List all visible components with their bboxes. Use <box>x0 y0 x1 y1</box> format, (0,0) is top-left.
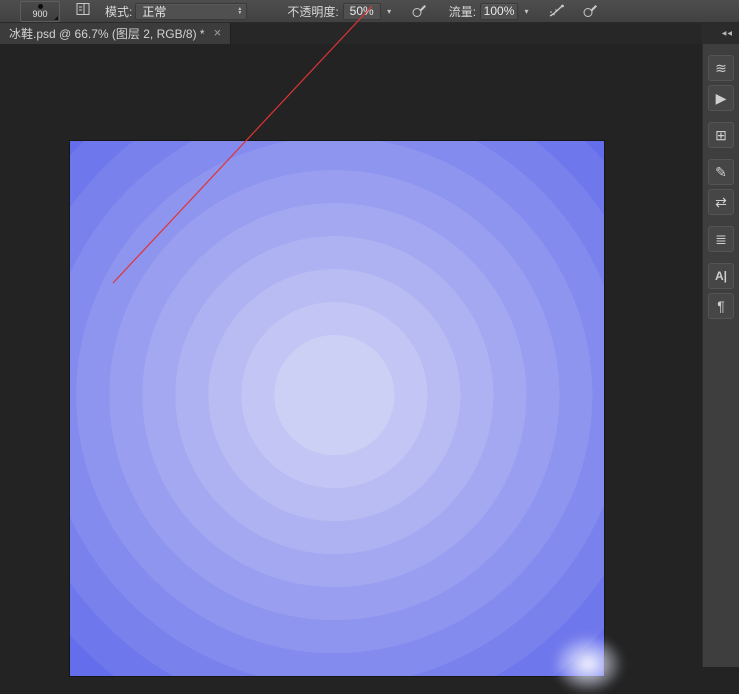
document-canvas[interactable] <box>70 141 604 676</box>
opacity-field[interactable]: 50% <box>342 2 381 20</box>
options-bar: 900 模式: 正常 ▲ ▼ 不透明度: 50% ▾ 流量: 100% ▾ <box>0 0 739 23</box>
chevron-down-icon: ▾ <box>387 6 392 16</box>
paragraph-panel-icon[interactable]: ¶ <box>708 293 734 319</box>
brush-preset-picker[interactable]: 900 <box>20 0 60 22</box>
opacity-dropdown-arrow[interactable]: ▾ <box>382 3 397 20</box>
collapse-panels-button[interactable]: ◀◀ <box>703 22 739 44</box>
stepper-icon: ▲ ▼ <box>237 6 243 16</box>
toggle-brush-panel-button[interactable] <box>74 1 92 22</box>
opacity-value: 50% <box>349 4 374 18</box>
collapse-arrows-icon: ◀◀ <box>721 30 733 37</box>
brush-panel-icon <box>75 1 91 22</box>
chevron-down-icon: ▾ <box>524 6 529 16</box>
mode-dropdown[interactable]: 正常 ▲ ▼ <box>135 2 248 20</box>
close-tab-icon[interactable]: × <box>214 26 222 39</box>
document-tab-title: 冰鞋.psd @ 66.7% (图层 2, RGB/8) * <box>9 26 205 41</box>
opacity-label: 不透明度: <box>287 4 339 19</box>
flow-pressure-button[interactable] <box>578 2 600 20</box>
flow-field[interactable]: 100% <box>480 2 519 20</box>
document-tab[interactable]: 冰鞋.psd @ 66.7% (图层 2, RGB/8) * × <box>0 22 232 44</box>
tool-presets-panel-icon[interactable]: ✎ <box>708 159 734 185</box>
right-dock: ◀◀ ≋ ▶ ⊞ ✎ ⇄ ≣ A| ¶ <box>702 22 739 667</box>
flow-label: 流量: <box>448 4 477 19</box>
pen-pressure-icon <box>581 3 598 19</box>
actions-panel-icon[interactable]: ▶ <box>708 85 734 111</box>
history-panel-icon[interactable]: ⇄ <box>708 189 734 215</box>
flow-dropdown-arrow[interactable]: ▾ <box>519 3 534 20</box>
canvas-area <box>0 44 703 694</box>
adjustments-panel-icon[interactable]: ⊞ <box>708 122 734 148</box>
airbrush-icon <box>547 3 566 19</box>
tab-bar: 冰鞋.psd @ 66.7% (图层 2, RGB/8) * × <box>0 22 739 44</box>
opacity-pressure-button[interactable] <box>408 2 430 20</box>
brush-presets-panel-icon[interactable]: ≋ <box>708 55 734 81</box>
pen-pressure-icon <box>410 3 427 19</box>
clone-source-panel-icon[interactable]: ≣ <box>708 226 734 252</box>
flyout-corner-icon <box>54 15 58 20</box>
airbrush-button[interactable] <box>545 2 567 20</box>
mode-label: 模式: <box>105 4 133 19</box>
brush-size-value: 900 <box>32 9 48 19</box>
character-panel-icon[interactable]: A| <box>708 263 734 289</box>
flow-value: 100% <box>483 4 515 18</box>
mode-value: 正常 <box>142 4 167 19</box>
